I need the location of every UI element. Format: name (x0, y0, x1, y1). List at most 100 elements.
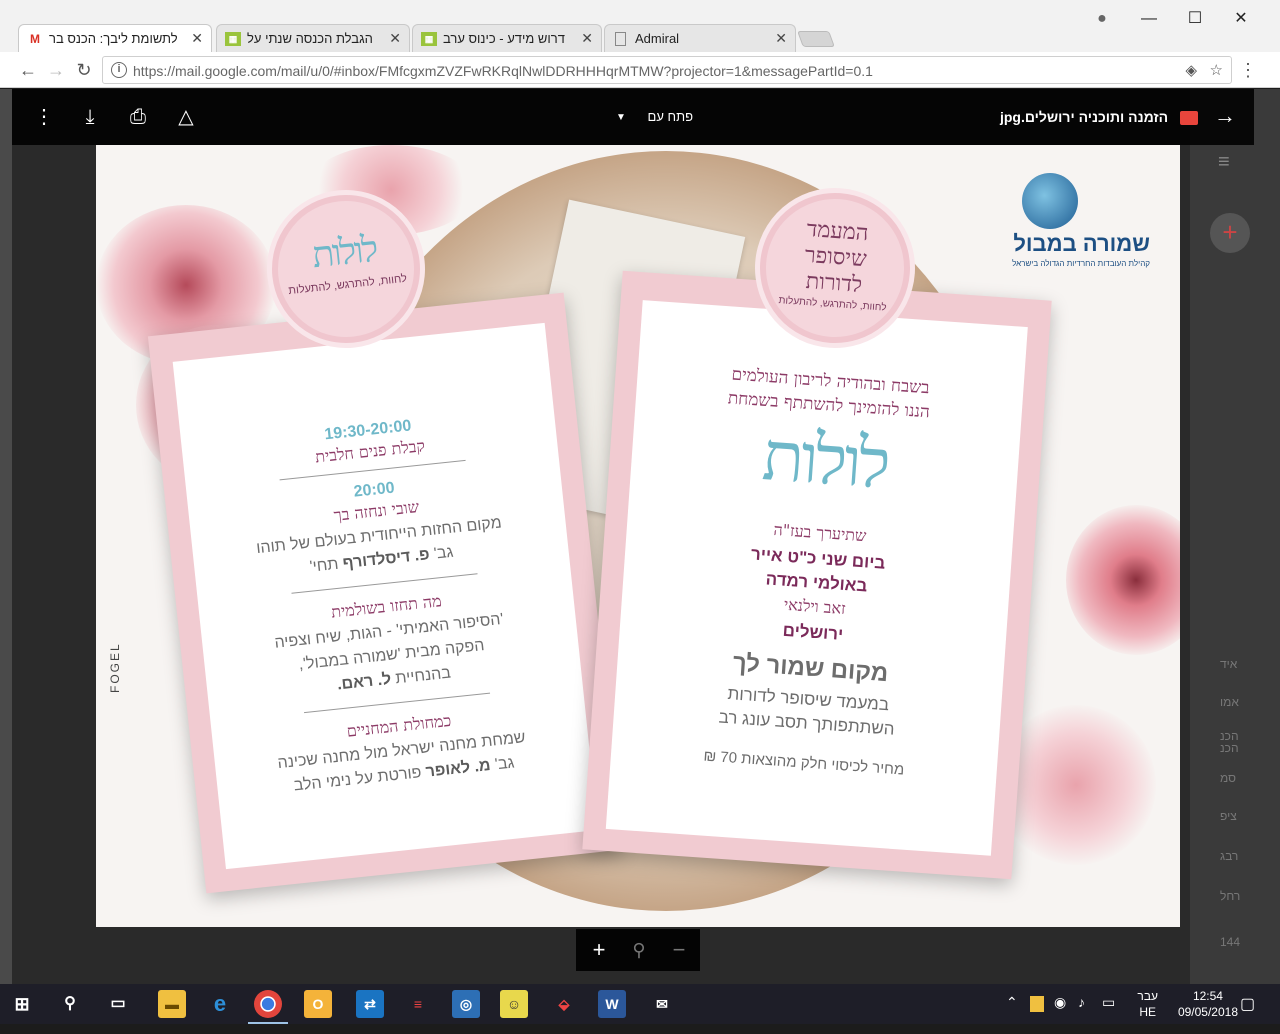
program-card: 19:30-20:00 קבלת פנים חלבית 20:00 שובי ו… (147, 292, 623, 894)
file-name: הזמנה ותוכניה ירושלים.jpg (999, 109, 1169, 125)
gmail-icon: M (30, 32, 40, 46)
logo-mark (1022, 173, 1078, 229)
medallion-script-title: לולות (310, 228, 379, 277)
gmail-item[interactable]: ציפ (1220, 809, 1237, 823)
forward-icon[interactable]: → (44, 58, 68, 82)
drive-add-icon[interactable]: △ (174, 105, 198, 129)
new-tab-button[interactable] (797, 31, 835, 47)
tab-title: דרוש מידע - כינוס ערב (443, 31, 565, 46)
zoom-in-icon[interactable]: + (586, 937, 612, 963)
zoom-controls: + ⚲ − (576, 929, 700, 971)
tab-admiral[interactable]: Admiral ✕ (604, 24, 796, 52)
chevron-up-icon[interactable]: ⌃ (1006, 994, 1018, 1034)
teamviewer-icon[interactable]: ⇄ (356, 990, 384, 1018)
logo-tagline: קהילת העובדות החרדיות הגדולה בישראל (1012, 259, 1150, 268)
gmail-item[interactable]: רחל (1220, 889, 1240, 903)
tab-sheet-1[interactable]: ▦ הגבלת הכנסה שנתי על ✕ (216, 24, 410, 52)
gmail-item[interactable]: 144 (1220, 935, 1240, 949)
word-icon[interactable]: W (598, 990, 626, 1018)
pdf-icon[interactable]: ⬙ (550, 990, 578, 1018)
lang-code: HE (1139, 1005, 1157, 1019)
print-icon[interactable]: ⎙ (126, 105, 150, 129)
internet-explorer-icon[interactable]: e (206, 990, 234, 1018)
close-icon[interactable]: ✕ (581, 30, 593, 47)
performer-name: מ. לאופר (424, 756, 492, 781)
system-clock[interactable]: 12:54 09/05/2018 (1178, 988, 1238, 1020)
bookmark-star-icon[interactable]: ☆ (1210, 61, 1223, 79)
clock-date: 09/05/2018 (1177, 1005, 1238, 1019)
notifications-icon[interactable]: ▢ (1240, 994, 1255, 1034)
download-icon[interactable]: ⤓ (78, 105, 102, 129)
browser-toolbar: ← → ↻ i https://mail.google.com/mail/u/0… (0, 52, 1280, 88)
maximize-button[interactable]: ☐ (1172, 6, 1218, 34)
page-icon (615, 32, 626, 46)
invitation-image: 19:30-20:00 קבלת פנים חלבית 20:00 שובי ו… (96, 145, 1180, 927)
gmail-item[interactable]: רבג (1220, 849, 1238, 863)
designer-credit: FOGEL (108, 642, 122, 693)
address-bar[interactable]: i https://mail.google.com/mail/u/0/#inbo… (102, 56, 1232, 84)
tray-app-icon[interactable] (1030, 996, 1044, 1012)
open-with-button[interactable]: ▼ פתח עם (612, 105, 693, 129)
windows-start-icon[interactable]: ⊞ (8, 990, 36, 1018)
zoom-out-icon[interactable]: − (666, 937, 692, 963)
more-options-icon[interactable]: ⋮ (32, 105, 56, 129)
zoom-reset-icon[interactable]: ⚲ (626, 937, 652, 963)
chevron-down-icon: ▼ (616, 111, 626, 123)
tray-app-icon[interactable]: ◉ (1054, 994, 1066, 1034)
gmail-item[interactable]: הכנ (1220, 741, 1239, 755)
host-name: ל. ראם. (336, 670, 393, 694)
tab-gmail[interactable]: M לתשומת ליבך: הכנס בר ✕ (18, 24, 212, 52)
gmail-background (0, 89, 12, 990)
compose-button[interactable]: + (1210, 213, 1250, 253)
invitation-card-body: בשבח ובהודיה לריבון העולמים הננו להזמינך… (605, 300, 1028, 856)
extension-icon[interactable]: ◈ (1185, 61, 1197, 79)
menu-icon[interactable]: ⋮ (1236, 58, 1260, 82)
sheet-icon: ▦ (421, 32, 437, 46)
outlook-icon[interactable]: O (304, 990, 332, 1018)
minimize-button[interactable]: — (1126, 6, 1172, 34)
speaker-name: פ. דיסלדורף (341, 546, 431, 573)
search-icon[interactable]: ⚲ (56, 990, 84, 1018)
volume-icon[interactable]: ♪ (1078, 994, 1085, 1034)
app-icon[interactable]: ◎ (452, 990, 480, 1018)
close-viewer-arrow-icon[interactable]: → (1214, 103, 1236, 129)
close-window-button[interactable]: ✕ (1218, 6, 1264, 34)
open-with-label: פתח עם (647, 109, 693, 124)
tab-title: לתשומת ליבך: הכנס בר (49, 31, 178, 46)
gmail-item[interactable]: אמו (1220, 695, 1239, 709)
gmail-item[interactable]: איד (1220, 657, 1237, 671)
program-card-body: 19:30-20:00 קבלת פנים חלבית 20:00 שובי ו… (172, 322, 598, 870)
close-icon[interactable]: ✕ (775, 30, 787, 47)
file-explorer-icon[interactable]: ▬ (158, 990, 186, 1018)
invitation-card: בשבח ובהודיה לריבון העולמים הננו להזמינך… (582, 270, 1052, 880)
input-language[interactable]: עבר HE (1137, 988, 1158, 1020)
back-icon[interactable]: ← (16, 58, 40, 82)
program-suffix: תחי' (308, 555, 340, 576)
gmail-item[interactable]: סמ (1220, 771, 1236, 785)
close-icon[interactable]: ✕ (389, 30, 401, 47)
app-icon[interactable]: ✉ (648, 990, 676, 1018)
reload-icon[interactable]: ↻ (72, 58, 96, 82)
tab-title: הגבלת הכנסה שנתי על (247, 31, 373, 46)
info-icon[interactable]: i (111, 62, 127, 78)
image-file-icon (1180, 111, 1198, 126)
lang-name: עבר (1137, 989, 1158, 1003)
close-icon[interactable]: ✕ (191, 30, 203, 47)
url-path: /mail/u/0/#inbox/FMfcgxmZVZFwRKRqlNwlDDR… (276, 63, 873, 79)
price-line: מחיר לכיסוי חלק מהוצאות 70 ₪ (702, 747, 905, 779)
tab-sheet-2[interactable]: ▦ דרוש מידע - כינוס ערב ✕ (412, 24, 602, 52)
chrome-icon[interactable] (254, 990, 282, 1018)
account-icon[interactable]: ● (1080, 6, 1124, 34)
app-icon[interactable]: ≡ (404, 990, 432, 1018)
clock-time: 12:54 (1192, 989, 1223, 1003)
network-icon[interactable]: ▭ (1102, 994, 1115, 1034)
page-content: ≡ + איד אמו הכנ הכנ סמ ציפ רבג רחל 144 ⋮… (0, 89, 1280, 990)
browser-titlebar: M לתשומת ליבך: הכנס בר ✕ ▦ הגבלת הכנסה ש… (0, 0, 1280, 52)
menu-icon[interactable]: ≡ (1218, 151, 1230, 174)
image-viewer-toolbar: ⋮ ⤓ ⎙ △ ▼ פתח עם הזמנה ותוכניה ירושלים.j… (12, 89, 1254, 145)
url-text[interactable]: https://mail.google.com/mail/u/0/#inbox/… (133, 63, 873, 79)
app-icon[interactable]: ☺ (500, 990, 528, 1018)
gmail-sidebar: ≡ + איד אמו הכנ הכנ סמ ציפ רבג רחל 144 (1190, 89, 1280, 990)
url-host: https://mail.google.com (133, 63, 277, 79)
task-view-icon[interactable]: ▭ (104, 990, 132, 1018)
